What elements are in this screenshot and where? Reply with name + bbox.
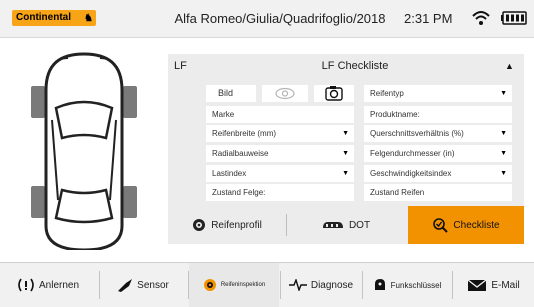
marke-label: Marke	[212, 110, 235, 119]
clock: 2:31 PM	[404, 11, 453, 26]
felgendurchmesser-select[interactable]: Felgendurchmesser (in) ▼	[364, 145, 512, 162]
chevron-down-icon: ▼	[342, 170, 349, 177]
zustand-felge-field[interactable]: Zustand Felge:	[206, 184, 354, 201]
eye-icon	[275, 87, 295, 100]
vehicle-title: Alfa Romeo/Giulia/Quadrifoglio/2018	[174, 11, 386, 26]
tab-checkliste[interactable]: Checkliste	[408, 206, 524, 244]
zustand-felge-label: Zustand Felge:	[212, 188, 266, 197]
produktname-label: Produktname:	[370, 110, 420, 119]
checklist-tabs: Reifenprofil DOT Checkliste	[168, 206, 524, 244]
diagnose-icon	[288, 279, 307, 291]
chevron-down-icon: ▼	[500, 90, 507, 97]
email-icon	[467, 278, 487, 291]
tire-inspection-icon	[203, 279, 216, 291]
tire-icon	[193, 219, 206, 231]
bild-label: Bild	[206, 85, 256, 102]
take-photo-button[interactable]	[314, 85, 354, 102]
nav-sensor-label: Sensor	[137, 279, 169, 291]
nav-diagnose[interactable]: Diagnose	[281, 263, 361, 307]
bottom-nav: Anlernen Sensor Reifeninspektion Diagnos…	[0, 262, 534, 307]
lastindex-label: Lastindex	[212, 169, 247, 178]
felgendurchmesser-label: Felgendurchmesser (in)	[370, 149, 455, 158]
header-bar: Continental ♞ Alfa Romeo/Giulia/Quadrifo…	[0, 0, 534, 38]
learn-icon	[18, 278, 34, 292]
nav-sensor[interactable]: Sensor	[100, 263, 186, 307]
nav-reifeninspektion-label: Reifeninspektion	[220, 282, 266, 288]
wifi-icon	[472, 11, 490, 25]
radialbauweise-select[interactable]: Radialbauweise ▼	[206, 145, 354, 162]
chevron-down-icon: ▼	[500, 130, 507, 137]
tire-rr[interactable]	[123, 186, 137, 218]
nav-anlernen[interactable]: Anlernen	[0, 263, 96, 307]
tire-lr[interactable]	[31, 186, 45, 218]
nav-email[interactable]: E-Mail	[453, 263, 534, 307]
collapse-icon[interactable]: ▲	[505, 61, 514, 71]
sensor-icon	[118, 279, 133, 292]
nav-email-label: E-Mail	[491, 279, 520, 291]
chevron-down-icon: ▼	[342, 150, 349, 157]
geschwindigkeitsindex-select[interactable]: Geschwindigkeitsindex ▼	[364, 165, 512, 182]
radialbauweise-label: Radialbauweise	[212, 149, 269, 158]
tire-position-label: LF	[174, 60, 187, 72]
geschwindigkeitsindex-label: Geschwindigkeitsindex	[370, 169, 452, 178]
lastindex-select[interactable]: Lastindex ▼	[206, 165, 354, 182]
tab-reifenprofil-label: Reifenprofil	[211, 219, 262, 231]
tab-reifenprofil[interactable]: Reifenprofil	[168, 206, 286, 244]
nav-reifeninspektion[interactable]: Reifeninspektion	[189, 263, 279, 307]
zustand-reifen-label: Zustand Reifen	[370, 188, 425, 197]
chevron-down-icon: ▼	[500, 150, 507, 157]
zustand-reifen-field[interactable]: Zustand Reifen	[364, 184, 512, 201]
chevron-down-icon: ▼	[500, 170, 507, 177]
chevron-down-icon: ▼	[342, 130, 349, 137]
reifentyp-label: Reifentyp	[370, 89, 404, 98]
battery-icon	[501, 11, 527, 25]
nav-funkschluessel-label: Funkschlüssel	[390, 280, 442, 290]
nav-anlernen-label: Anlernen	[38, 279, 80, 291]
querschnitt-label: Querschnittsverhältnis (%)	[370, 129, 464, 138]
view-photo-button[interactable]	[262, 85, 308, 102]
key-fob-icon	[374, 279, 385, 290]
nav-diagnose-label: Diagnose	[310, 279, 354, 291]
reifenbreite-select[interactable]: Reifenbreite (mm) ▼	[206, 125, 354, 142]
camera-icon	[325, 86, 343, 101]
brand-name: Continental	[16, 12, 71, 23]
brand-logo: Continental ♞	[12, 10, 96, 26]
checklist-icon	[433, 218, 449, 233]
tab-dot-label: DOT	[348, 219, 371, 231]
marke-field[interactable]: Marke	[206, 106, 354, 123]
produktname-field[interactable]: Produktname:	[364, 106, 512, 123]
tab-dot[interactable]: DOT	[287, 206, 405, 244]
nav-funkschluessel[interactable]: Funkschlüssel	[363, 263, 451, 307]
tab-checkliste-label: Checkliste	[453, 219, 500, 231]
dot-icon	[322, 222, 343, 228]
horse-icon: ♞	[84, 13, 93, 24]
tire-rf[interactable]	[123, 86, 137, 118]
reifentyp-select[interactable]: Reifentyp ▼	[364, 85, 512, 102]
tire-lf[interactable]	[31, 86, 45, 118]
querschnitt-select[interactable]: Querschnittsverhältnis (%) ▼	[364, 125, 512, 142]
reifenbreite-label: Reifenbreite (mm)	[212, 129, 277, 138]
panel-title: LF Checkliste	[321, 60, 389, 72]
car-top-view	[31, 52, 137, 250]
